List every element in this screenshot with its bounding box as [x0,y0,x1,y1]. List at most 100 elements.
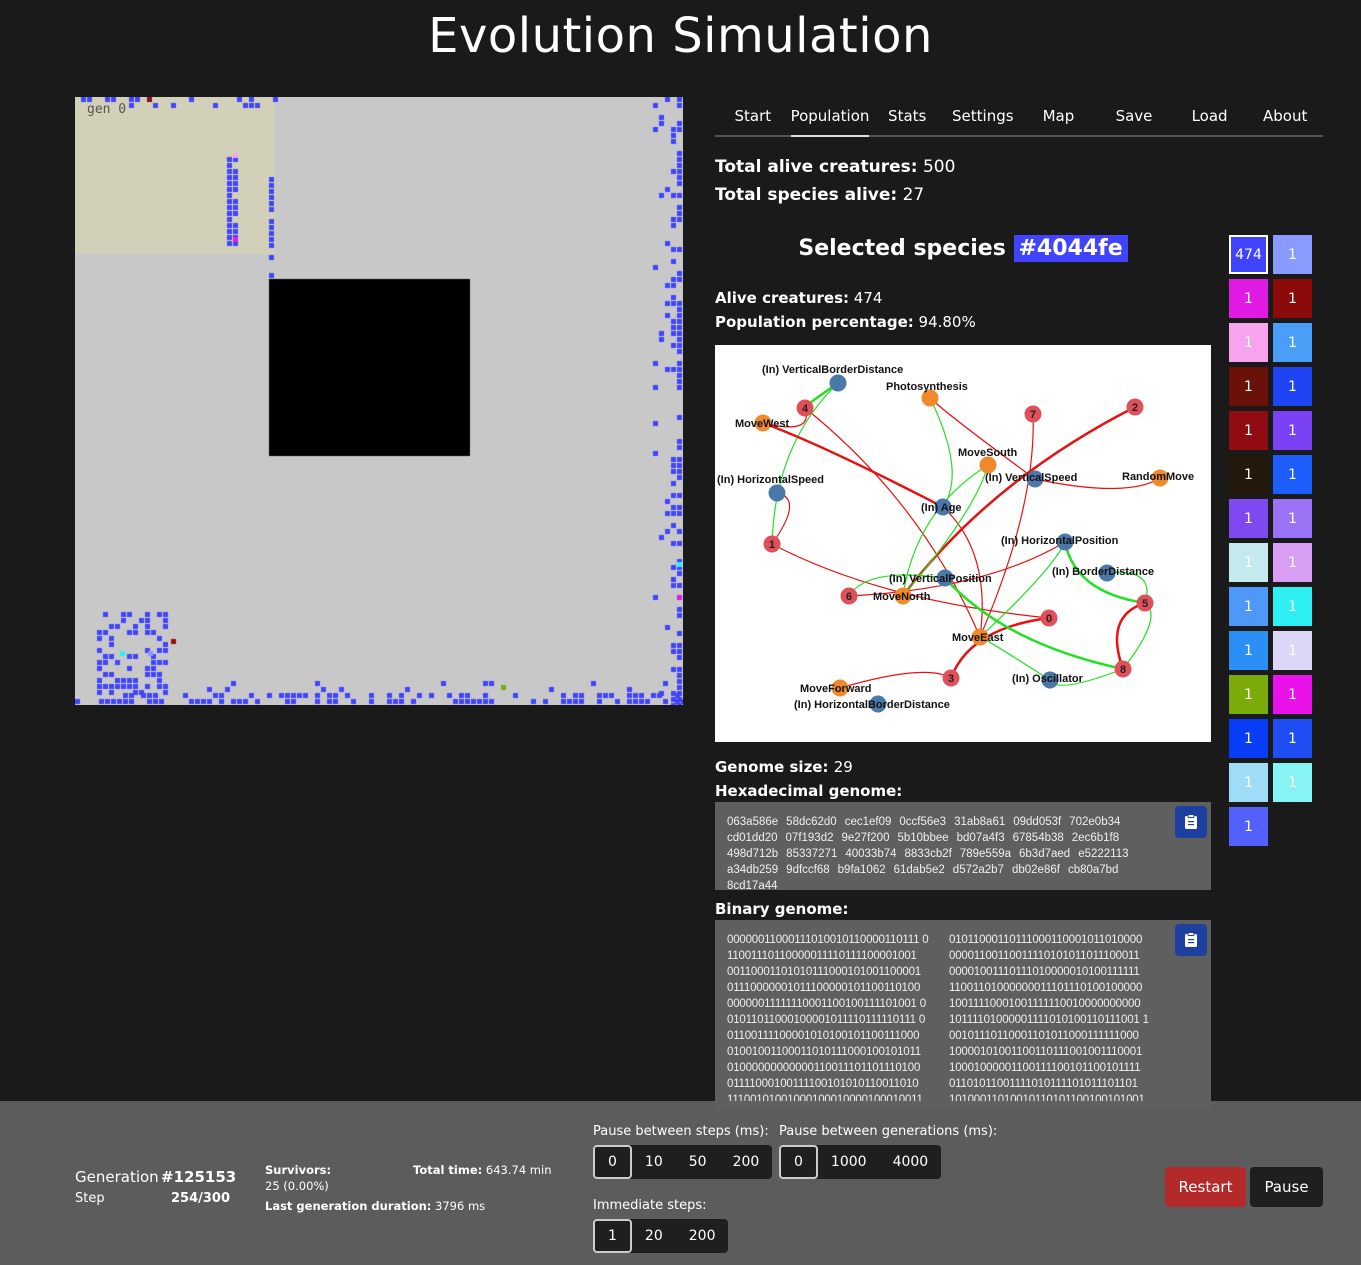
world-map[interactable]: gen 0 [75,97,683,705]
hex-genome-word: 063a586e [727,816,779,828]
tab-start[interactable]: Start [715,97,791,135]
network-node-label: (In) Oscillator [1012,673,1084,685]
species-swatch[interactable]: 1 [1229,631,1268,670]
tab-settings[interactable]: Settings [945,97,1021,135]
tab-map[interactable]: Map [1021,97,1097,135]
network-node[interactable]: (In) VerticalPosition [889,569,992,587]
network-node[interactable]: 5 [1136,594,1154,612]
binary-genome-line: 10011110001001111110010000000000 [949,998,1141,1010]
binary-genome-box[interactable]: 00000011000111010010110000110111 0 110011… [715,920,1211,1110]
hex-genome-word: 8833cb2f [904,848,952,860]
species-swatch[interactable]: 1 [1273,235,1312,274]
pause-gens-option[interactable]: 4000 [880,1145,942,1179]
hex-genome-word: bd07a4f3 [956,832,1005,844]
binary-genome-line: 10111101000001111010100110111001 1 [949,1014,1149,1026]
species-swatch[interactable]: 1 [1229,719,1268,758]
species-swatch[interactable]: 1 [1229,323,1268,362]
species-swatch[interactable]: 1 [1229,807,1268,846]
species-swatch[interactable]: 1 [1273,455,1312,494]
binary-genome-line: 01000000000000110011101101110100 [727,1062,921,1074]
species-swatch[interactable]: 474 [1229,235,1268,274]
pause-steps-option[interactable]: 10 [632,1145,676,1179]
network-node[interactable]: MoveForward [800,679,872,697]
tab-save[interactable]: Save [1096,97,1172,135]
pause-steps-option[interactable]: 200 [720,1145,773,1179]
network-node[interactable]: 3 [942,669,960,687]
network-node[interactable]: 2 [1126,398,1144,416]
network-node[interactable]: (In) Age [921,498,962,516]
network-node[interactable]: Photosynthesis [886,381,968,407]
species-swatch[interactable]: 1 [1273,587,1312,626]
network-node[interactable]: (In) VerticalSpeed [985,470,1077,488]
species-swatch[interactable]: 1 [1229,411,1268,450]
network-node[interactable]: 8 [1114,660,1132,678]
genome-size-value: 29 [833,758,853,776]
tab-load[interactable]: Load [1172,97,1248,135]
species-swatch[interactable]: 1 [1273,499,1312,538]
pause-button[interactable]: Pause [1250,1167,1323,1207]
species-swatch[interactable]: 1 [1273,763,1312,802]
pause-steps-option[interactable]: 0 [593,1145,632,1179]
restart-button[interactable]: Restart [1165,1167,1246,1207]
network-node[interactable]: MoveNorth [873,587,931,605]
network-node-label: MoveWest [735,418,790,430]
network-node[interactable]: 6 [840,587,858,605]
world-canvas[interactable] [75,97,683,705]
copy-hex-button[interactable] [1175,806,1207,838]
pause-gens-group: 0 1000 4000 [779,1145,942,1179]
network-node[interactable]: (In) HorizontalBorderDistance [794,695,950,713]
immediate-option[interactable]: 20 [632,1219,676,1253]
pause-steps-option[interactable]: 50 [676,1145,720,1179]
species-swatch[interactable]: 1 [1273,279,1312,318]
network-node[interactable]: MoveEast [952,628,1004,646]
species-swatch[interactable]: 1 [1229,675,1268,714]
neural-network-svg[interactable]: (In) VerticalBorderDistance Photosynthesi… [715,345,1211,742]
network-node[interactable]: 4 [796,399,814,417]
pause-gens-option[interactable]: 0 [779,1145,818,1179]
species-swatch[interactable]: 1 [1229,367,1268,406]
hex-genome-box[interactable]: 063a586e 58dc62d0 cec1ef09 0ccf56e3 31ab8a61… [715,802,1211,890]
species-swatch[interactable]: 1 [1229,455,1268,494]
network-node[interactable]: 7 [1024,405,1042,423]
hex-genome-row: 498d712b 85337271 40033b74 8833cb2f 789e559a… [727,846,1199,862]
species-swatch[interactable]: 1 [1229,543,1268,582]
total-species-value: 27 [902,185,925,205]
species-swatch[interactable]: 1 [1273,719,1312,758]
species-swatch[interactable]: 1 [1229,763,1268,802]
immediate-option[interactable]: 1 [593,1219,632,1253]
hex-genome-word: 31ab8a61 [954,816,1006,828]
tab-population[interactable]: Population [790,97,870,137]
network-node[interactable]: (In) BorderDistance [1052,564,1154,582]
binary-genome-line: 01110000001011100000101100110100 [727,982,921,994]
network-node[interactable]: (In) HorizontalPosition [1001,533,1119,551]
neural-network-graph[interactable]: (In) VerticalBorderDistance Photosynthesi… [715,345,1211,742]
network-node[interactable]: 1 [763,535,781,553]
species-swatch[interactable]: 1 [1229,279,1268,318]
species-swatch[interactable]: 1 [1229,499,1268,538]
binary-genome-line: 01111000100111100101010110011010 [727,1078,919,1090]
tab-stats[interactable]: Stats [869,97,945,135]
total-alive-label: Total alive creatures: [715,157,918,177]
network-node[interactable]: 0 [1040,609,1058,627]
pause-gens-option[interactable]: 1000 [818,1145,880,1179]
species-swatch[interactable]: 1 [1273,323,1312,362]
binary-genome-line: 00110001101010111000101001100001 [727,966,921,978]
network-node-label: 7 [1030,409,1036,421]
network-node[interactable]: RandomMove [1122,469,1194,487]
binary-genome-line: 00000011000111010010110000110111 0 [727,934,929,946]
network-node[interactable]: (In) VerticalBorderDistance [762,364,903,392]
network-node-label: 8 [1120,664,1126,676]
network-node[interactable]: (In) HorizontalSpeed [717,474,824,502]
network-node[interactable]: (In) Oscillator [1012,671,1084,689]
species-swatch[interactable]: 1 [1273,675,1312,714]
species-swatch[interactable]: 1 [1229,587,1268,626]
network-node[interactable]: MoveWest [735,414,790,432]
hex-genome-word: b9fa1062 [837,864,886,876]
species-swatch[interactable]: 1 [1273,543,1312,582]
copy-binary-button[interactable] [1175,924,1207,956]
species-swatch[interactable]: 1 [1273,631,1312,670]
immediate-option[interactable]: 200 [676,1219,729,1253]
tab-about[interactable]: About [1247,97,1323,135]
species-swatch[interactable]: 1 [1273,411,1312,450]
species-swatch[interactable]: 1 [1273,367,1312,406]
